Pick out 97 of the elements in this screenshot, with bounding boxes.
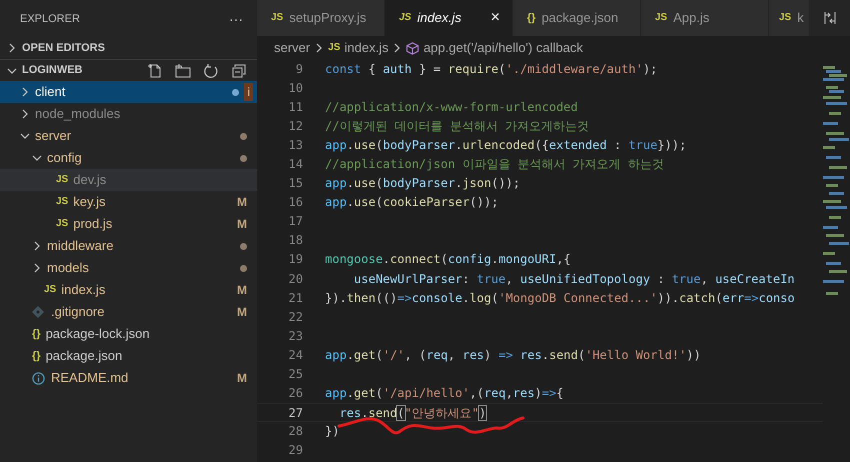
tree-item[interactable]: JS dev.js <box>0 169 257 191</box>
info-badge: i <box>244 83 253 101</box>
line-number: 24 <box>288 346 304 364</box>
line-number: 29 <box>288 442 304 459</box>
chevron-right-icon <box>20 87 30 97</box>
js-file-icon: JS <box>399 13 412 23</box>
editor-tab[interactable]: JS setupProxy.js <box>257 0 385 36</box>
line-number: 9 <box>294 61 304 78</box>
chevron-right-icon <box>392 43 402 53</box>
js-file-icon: JS <box>56 197 68 207</box>
chevron-right-icon <box>20 109 30 119</box>
modified-status: M <box>237 304 247 321</box>
collapse-all-icon[interactable] <box>231 62 247 78</box>
breadcrumb-item[interactable]: server <box>274 38 310 58</box>
js-file-icon: JS <box>779 13 792 23</box>
line-number: 25 <box>288 366 304 383</box>
breadcrumb-item[interactable]: app.get('/api/hello') callback <box>423 38 584 58</box>
code-line: app.use(bodyParser.urlencoded({extended : true})); <box>325 137 686 154</box>
code-line: }).then(()=>console.log('MongoDB Connected...')).catch(err=>conso <box>325 290 795 307</box>
modified-status: M <box>237 194 247 211</box>
code-line: useNewUrlParser: true, useUnifiedTopology : true, useCreateIn <box>352 270 795 288</box>
line-number: 11 <box>288 99 304 116</box>
code-line: app.get('/', (req, res) => res.send('Hello World!')) <box>325 346 701 364</box>
tree-item[interactable]: {} package.json <box>0 345 257 367</box>
modified-status: M <box>237 216 247 233</box>
tree-item[interactable]: {} package-lock.json <box>0 323 257 345</box>
line-number: 19 <box>288 251 304 268</box>
cube-icon <box>406 42 420 54</box>
diamond-icon <box>32 306 44 318</box>
code-line: //application/x-www-form-urlencoded <box>325 99 578 116</box>
new-folder-icon[interactable] <box>175 62 191 78</box>
compare-changes-icon[interactable] <box>822 10 838 26</box>
line-number: 23 <box>288 328 304 345</box>
modified-status: M <box>237 370 247 387</box>
editor-tab[interactable]: JS k <box>769 0 810 36</box>
line-number: 17 <box>288 213 304 230</box>
line-number: 16 <box>288 194 304 212</box>
tree-item[interactable]: .gitignore M <box>0 301 257 323</box>
tree-item[interactable]: middleware <box>0 235 257 257</box>
tree-item[interactable]: README.md M <box>0 367 257 389</box>
editor-tab[interactable]: JS index.js × <box>385 0 513 36</box>
code-line: app.get('/api/hello',(req,res)=>{ <box>325 384 564 402</box>
modified-status: M <box>237 282 247 299</box>
line-number: 18 <box>288 232 304 250</box>
chevron-right-icon <box>32 241 42 251</box>
refresh-icon[interactable] <box>203 62 219 78</box>
info-icon <box>32 372 45 384</box>
code-line: //이렇게된 데이터를 분석해서 가져오게하는것 <box>325 118 590 136</box>
code-line: app.use(bodyParser.json()); <box>325 175 520 192</box>
editor-tab[interactable]: JS App.js <box>641 0 769 36</box>
code-line: mongoose.connect(config.mongoURI,{ <box>325 251 571 268</box>
line-number: 12 <box>288 118 304 136</box>
chevron-down-icon <box>20 131 30 141</box>
tree-item[interactable]: JS key.js M <box>0 191 257 213</box>
js-file-icon: JS <box>56 219 68 229</box>
json-file-icon: {} <box>32 328 41 340</box>
tree-item[interactable]: JS prod.js M <box>0 213 257 235</box>
close-button[interactable]: × <box>490 6 500 30</box>
line-number: 22 <box>288 308 304 326</box>
js-file-icon: JS <box>44 285 56 295</box>
code-line: const { auth } = require('./middleware/auth'); <box>325 61 658 78</box>
chevron-down-icon <box>7 66 17 76</box>
code-line: }) <box>325 422 340 440</box>
json-file-icon: {} <box>32 350 41 362</box>
code-line: res.send("안녕하세요") <box>338 404 486 421</box>
line-number: 21 <box>288 290 304 307</box>
tree-item[interactable]: server <box>0 125 257 147</box>
js-file-icon: JS <box>56 175 68 185</box>
line-number: 20 <box>288 270 304 288</box>
line-number: 26 <box>288 384 304 402</box>
json-file-icon: {} <box>527 12 536 24</box>
more-button[interactable]: ··· <box>229 9 243 30</box>
section-header[interactable]: OPEN EDITORS <box>0 37 257 59</box>
tree-item[interactable]: node_modules <box>0 103 257 125</box>
tree-item[interactable]: config <box>0 147 257 169</box>
new-file-icon[interactable] <box>147 62 163 78</box>
line-number: 27 <box>288 404 304 421</box>
chevron-down-icon <box>32 153 42 163</box>
chevron-right-icon <box>7 43 17 53</box>
chevron-right-icon <box>32 263 42 273</box>
js-file-icon: JS <box>655 13 668 23</box>
line-number: 15 <box>288 175 304 192</box>
panel-title: EXPLORER <box>20 12 80 28</box>
js-file-icon: JS <box>328 43 340 53</box>
line-number: 14 <box>288 156 304 174</box>
editor-tab[interactable]: {} package.json <box>513 0 641 36</box>
tree-item[interactable]: models <box>0 257 257 279</box>
code-line: app.use(cookieParser()); <box>325 194 498 212</box>
line-number: 13 <box>288 137 304 154</box>
breadcrumb-item[interactable]: index.js <box>344 38 388 58</box>
code-line: //application/json 이파일을 분석해서 가져오게 하는것 <box>325 156 664 174</box>
tree-item[interactable]: client i <box>0 81 257 103</box>
line-number: 10 <box>288 80 304 98</box>
tree-item[interactable]: JS index.js M <box>0 279 257 301</box>
line-number: 28 <box>288 422 304 440</box>
js-file-icon: JS <box>271 13 284 23</box>
chevron-right-icon <box>314 43 324 53</box>
